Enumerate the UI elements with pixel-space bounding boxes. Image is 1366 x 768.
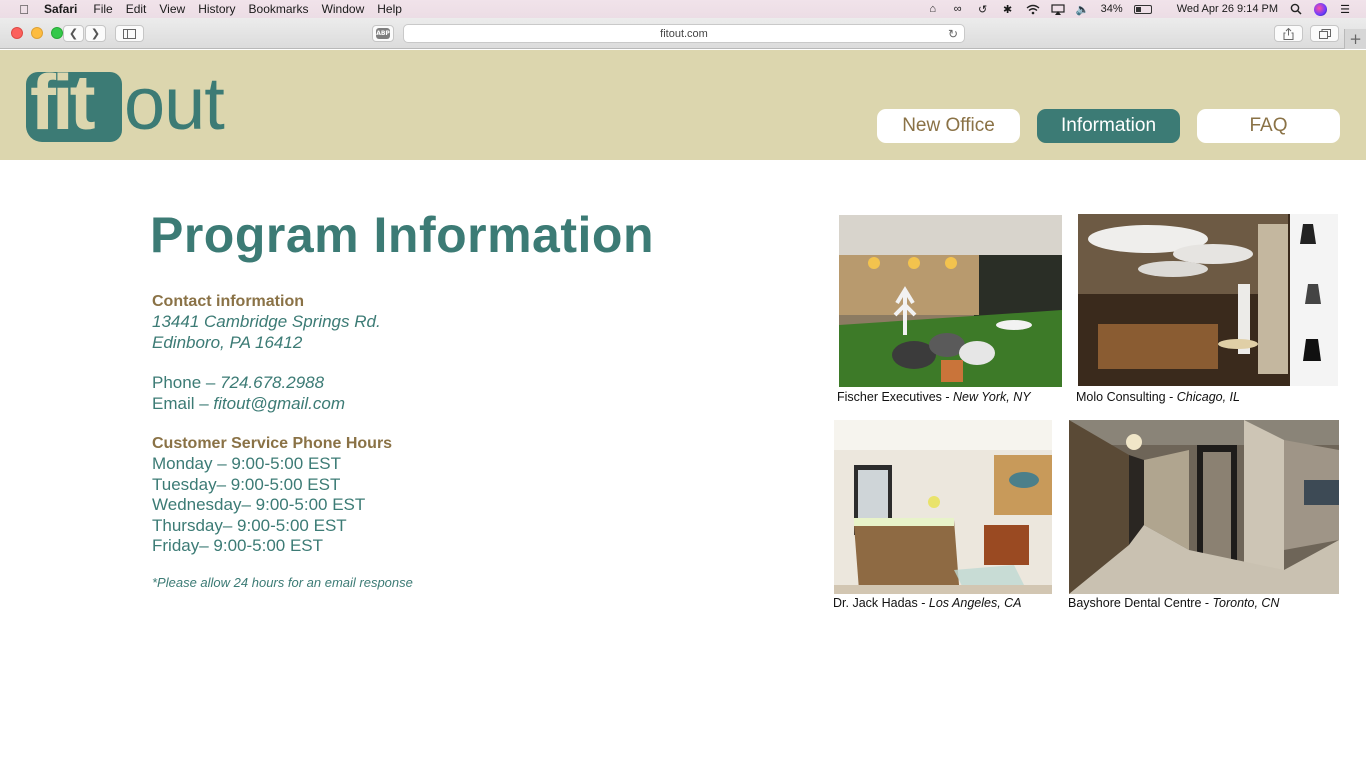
plus-icon: +: [1349, 30, 1362, 48]
zoom-window-button[interactable]: [51, 27, 63, 39]
tabs-icon: [1318, 28, 1331, 39]
address-line-2: Edinboro, PA 16412: [152, 332, 303, 352]
photo-bayshore-dental: [1069, 420, 1339, 594]
page-title: Program Information: [150, 207, 654, 263]
minimize-window-button[interactable]: [31, 27, 43, 39]
home-icon[interactable]: ⌂: [926, 3, 940, 15]
hours-heading: Customer Service Phone Hours: [152, 435, 393, 453]
menu-history[interactable]: History: [198, 2, 235, 16]
contact-info: Contact information 13441 Cambridge Spri…: [152, 292, 413, 594]
menu-bar:  Safari File Edit View History Bookmark…: [0, 0, 1366, 18]
menu-bookmarks[interactable]: Bookmarks: [249, 2, 309, 16]
menu-edit[interactable]: Edit: [126, 2, 147, 16]
time-machine-icon[interactable]: ↺: [976, 3, 990, 16]
sidebar-button[interactable]: [115, 25, 144, 42]
phone-row: Phone – 724.678.2988: [152, 373, 413, 393]
hours-monday: Monday – 9:00-5:00 EST: [152, 454, 342, 474]
reload-icon[interactable]: ↻: [948, 27, 958, 41]
siri-icon[interactable]: [1314, 2, 1327, 16]
hours-friday: Friday– 9:00-5:00 EST: [152, 536, 324, 556]
adblock-icon: ABP: [376, 28, 390, 39]
battery-percent: 34%: [1100, 3, 1123, 15]
status-area: ⌂ ∞ ↺ ✱ 🔈 34% Wed Apr 26 9:14 PM ☰: [926, 0, 1352, 18]
spotlight-icon[interactable]: [1289, 3, 1303, 15]
phone-number[interactable]: 724.678.2988: [220, 373, 324, 392]
photo-molo-consulting: [1078, 214, 1338, 386]
address-bar[interactable]: fitout.com ↻: [403, 24, 965, 43]
caption-dr-jack-hadas: Dr. Jack Hadas - Los Angeles, CA: [833, 596, 1022, 610]
caption-bayshore-dental: Bayshore Dental Centre - Toronto, CN: [1068, 596, 1280, 610]
address-line-1: 13441 Cambridge Springs Rd.: [152, 312, 381, 332]
logo-fit-text: fit: [30, 58, 96, 146]
fitout-logo[interactable]: fit out: [26, 58, 246, 146]
chevron-right-icon: ❯: [90, 27, 101, 40]
forward-button[interactable]: ❯: [85, 25, 106, 42]
new-tab-button[interactable]: +: [1344, 29, 1366, 49]
caption-molo-consulting: Molo Consulting - Chicago, IL: [1076, 390, 1240, 404]
share-icon: [1283, 27, 1294, 40]
tabs-overview-button[interactable]: [1310, 25, 1339, 42]
back-button[interactable]: ❮: [63, 25, 84, 42]
menu-view[interactable]: View: [159, 2, 185, 16]
bluetooth-icon[interactable]: ✱: [1001, 3, 1015, 16]
email-row: Email – fitout@gmail.com: [152, 394, 413, 414]
nav-information[interactable]: Information: [1037, 109, 1180, 143]
window-controls: [11, 27, 63, 39]
share-button[interactable]: [1274, 25, 1303, 42]
phone-label: Phone –: [152, 373, 221, 393]
wifi-icon[interactable]: [1026, 3, 1040, 15]
volume-icon[interactable]: 🔈: [1076, 3, 1090, 16]
email-response-note: *Please allow 24 hours for an email resp…: [152, 575, 413, 591]
email-link[interactable]: fitout@gmail.com: [213, 394, 345, 413]
menu-window[interactable]: Window: [322, 2, 365, 16]
menu-help[interactable]: Help: [377, 2, 402, 16]
browser-toolbar: ❮ ❯ ABP fitout.com ↻ +: [0, 18, 1366, 49]
menu-file[interactable]: File: [93, 2, 112, 16]
battery-icon[interactable]: [1133, 4, 1152, 14]
notification-center-icon[interactable]: ☰: [1338, 3, 1352, 16]
main-nav: New Office Information FAQ: [877, 109, 1340, 143]
sidebar-icon: [123, 28, 136, 39]
adblock-extension-button[interactable]: ABP: [372, 25, 394, 42]
nav-faq[interactable]: FAQ: [1197, 109, 1340, 143]
creative-cloud-icon[interactable]: ∞: [951, 3, 965, 15]
hours-thursday: Thursday– 9:00-5:00 EST: [152, 515, 347, 535]
hours-wednesday: Wednesday– 9:00-5:00 EST: [152, 495, 366, 515]
caption-fischer-executives: Fischer Executives - New York, NY: [837, 390, 1031, 404]
nav-new-office[interactable]: New Office: [877, 109, 1020, 143]
email-label: Email –: [152, 393, 214, 413]
url-text: fitout.com: [660, 27, 708, 40]
photo-fischer-executives: [839, 215, 1062, 387]
airplay-icon[interactable]: [1051, 3, 1065, 15]
site-header: fit out New Office Information FAQ: [0, 50, 1366, 160]
hours-tuesday: Tuesday– 9:00-5:00 EST: [152, 474, 341, 494]
clock[interactable]: Wed Apr 26 9:14 PM: [1177, 3, 1278, 15]
photo-dr-jack-hadas: [834, 420, 1052, 594]
apple-icon[interactable]: : [16, 2, 32, 17]
close-window-button[interactable]: [11, 27, 23, 39]
contact-heading: Contact information: [152, 293, 304, 310]
menu-app[interactable]: Safari: [44, 2, 77, 16]
chevron-left-icon: ❮: [68, 27, 79, 40]
logo-out-text: out: [124, 62, 225, 145]
